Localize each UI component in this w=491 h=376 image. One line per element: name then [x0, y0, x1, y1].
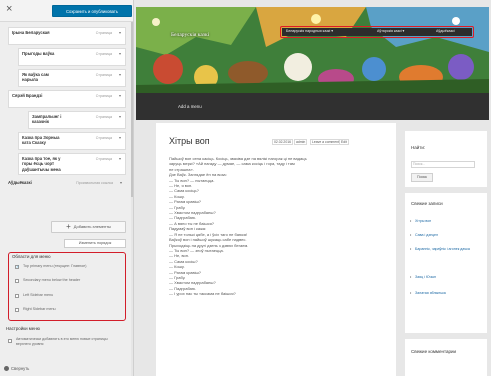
menu-item[interactable]: Прыгоды ваўка Страница ▾ [18, 48, 126, 66]
collapse-icon [4, 366, 9, 371]
menu-item[interactable]: Казка пра тое, як у горы ёсць чорт даўша… [18, 153, 126, 176]
post-body: Пайшоў воп сена касіць. Косіць, звазіва … [169, 156, 307, 297]
nav-highlight-frame [280, 26, 474, 38]
chevron-down-icon[interactable]: ▾ [120, 180, 122, 185]
recent-comments-title: Свежие комментарии [411, 349, 457, 354]
header-image [136, 7, 489, 93]
site-preview: Беларускія казкі Беларускія народныя каз… [134, 0, 491, 376]
menu-item[interactable]: Зампральчнг і казачнік Страница ▾ [28, 111, 126, 129]
recent-posts-widget: Свежие записи Хітры воп Сава і дзецел Ба… [405, 193, 487, 333]
chevron-down-icon[interactable]: ▾ [119, 93, 121, 98]
customizer-panel: × Сохранить и опубликовать Ірына Беларус… [0, 0, 134, 376]
plus-icon: + [66, 222, 71, 231]
location-checkbox-left-sidebar[interactable] [15, 294, 19, 298]
chevron-down-icon[interactable]: ▾ [119, 156, 121, 161]
menu-locations-section: Области для меню Top primary menu (текущ… [8, 252, 126, 321]
chevron-down-icon[interactable]: ▾ [119, 51, 121, 56]
menu-item[interactable]: Як ваўка сам нарыла Страница ▾ [18, 69, 126, 87]
search-widget: Найти: Поиск... Поиск [405, 131, 487, 187]
site-title[interactable]: Беларускія казкі [171, 32, 209, 38]
menu-locations-title: Области для меню [12, 254, 51, 259]
search-button[interactable]: Поиск [411, 173, 433, 182]
recent-post-link[interactable]: Залатая яблынька [410, 291, 477, 296]
add-menu-link[interactable]: Add a menu [178, 104, 202, 109]
search-widget-title: Найти: [411, 145, 426, 150]
recent-post-link[interactable]: Бараннік, чараўнік і агонек дачка [410, 247, 477, 252]
collapse-button[interactable]: Свернуть [4, 366, 29, 371]
location-checkbox-secondary[interactable] [15, 279, 19, 283]
reorder-button[interactable]: Изменить порядок [64, 239, 126, 248]
chevron-down-icon[interactable]: ▾ [119, 135, 121, 140]
location-checkbox-right-sidebar[interactable] [15, 308, 19, 312]
recent-posts-title: Свежие записи [411, 201, 443, 206]
chevron-down-icon[interactable]: ▾ [119, 72, 121, 77]
edit-link[interactable]: Edit [339, 139, 349, 145]
add-items-button[interactable]: + Добавить элементы [51, 221, 126, 233]
leave-comment-link[interactable]: Leave a comment [310, 139, 341, 145]
chevron-down-icon[interactable]: ▾ [119, 30, 121, 35]
menu-item[interactable]: Аўдыёказкі Произвольная ссылка ▾ [8, 178, 126, 187]
auto-add-pages-checkbox[interactable] [8, 339, 12, 343]
post-title[interactable]: Хітры воп [169, 136, 210, 146]
fairy-tale-header-illustration [136, 7, 489, 93]
chevron-down-icon[interactable]: ▾ [119, 114, 121, 119]
close-icon[interactable]: × [6, 4, 12, 15]
recent-post-link[interactable]: Заяц і Ючын [410, 275, 477, 280]
menu-settings-title: Настройки меню [6, 326, 40, 331]
post-author[interactable]: admin [294, 139, 308, 145]
save-publish-button[interactable]: Сохранить и опубликовать [52, 5, 132, 17]
right-sidebar: Найти: Поиск... Поиск Свежие записи Хітр… [405, 123, 487, 376]
menu-item[interactable]: Казка пра Зорныа ката Сказку Страница ▾ [18, 132, 126, 150]
post-date[interactable]: 02.02.2016 [272, 139, 293, 145]
recent-comments-widget: Свежие комментарии [405, 339, 487, 376]
menu-items-list: Ірына Беларуская Страница ▾ Прыгоды ваўк… [8, 27, 126, 191]
menu-item[interactable]: Ірына Беларуская Страница ▾ [8, 27, 126, 45]
menu-item[interactable]: Сярэй Брандзі Страница ▾ [8, 90, 126, 108]
search-input[interactable]: Поиск... [411, 161, 475, 168]
recent-post-link[interactable]: Хітры воп [410, 219, 477, 224]
customizer-header: × Сохранить и опубликовать [0, 0, 133, 22]
location-checkbox-top-primary[interactable] [15, 264, 19, 269]
auto-add-pages-label: Автоматически добавлять в это меню новые… [16, 337, 108, 346]
recent-post-link[interactable]: Сава і дзецел [410, 233, 477, 238]
